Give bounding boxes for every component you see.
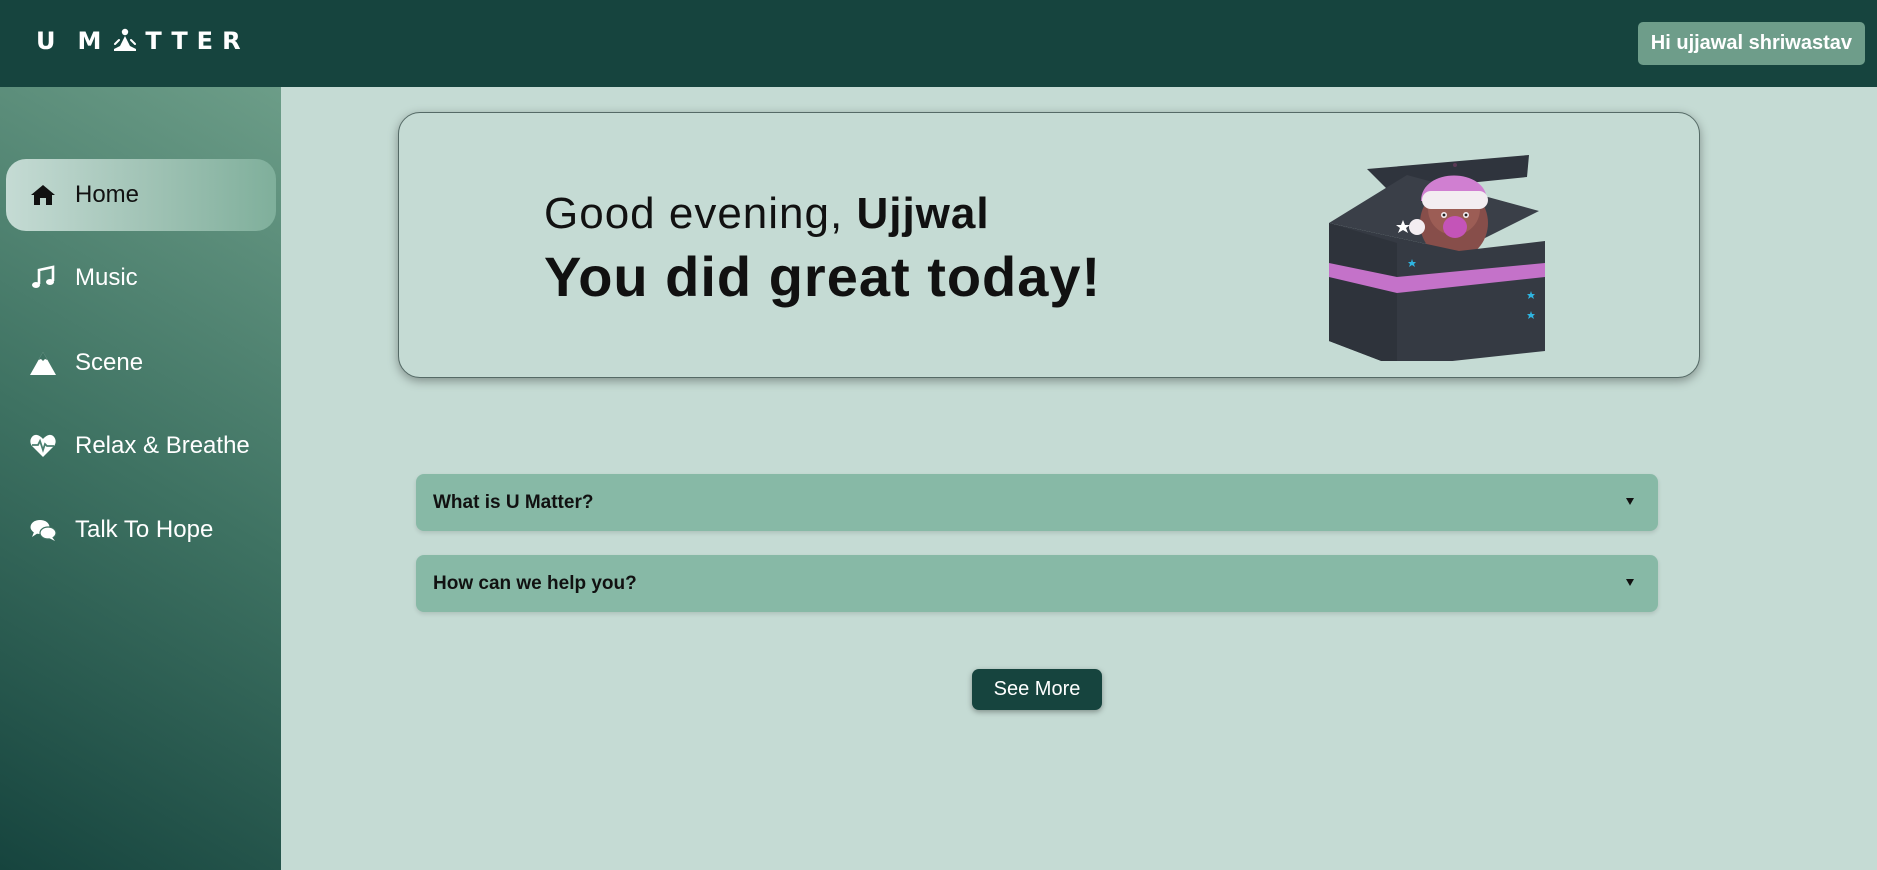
sidebar-item-label: Music xyxy=(75,264,138,291)
sidebar-item-scene[interactable]: Scene xyxy=(6,327,276,399)
mountain-icon xyxy=(28,348,58,378)
meditation-icon xyxy=(111,27,139,55)
monkey-in-box-illustration xyxy=(1319,131,1559,367)
user-greeting-badge[interactable]: Hi ujjawal shriwastav xyxy=(1637,22,1865,65)
caret-down-icon xyxy=(1626,498,1634,505)
sidebar-item-label: Talk To Hope xyxy=(75,516,214,543)
sidebar-item-music[interactable]: Music xyxy=(6,242,276,314)
sidebar-item-relax-breathe[interactable]: Relax & Breathe xyxy=(6,410,276,482)
caret-down-icon xyxy=(1626,579,1634,586)
music-note-icon xyxy=(28,263,58,293)
faq-question: What is U Matter? xyxy=(433,491,594,513)
chat-bubbles-icon xyxy=(28,515,58,545)
greeting-text: Good evening, Ujjwal xyxy=(544,189,990,239)
sidebar-item-label: Scene xyxy=(75,349,144,376)
logo-letter-m: M xyxy=(77,27,110,55)
heartbeat-icon xyxy=(28,431,58,461)
sidebar-item-talk-to-hope[interactable]: Talk To Hope xyxy=(6,494,276,566)
top-bar: U M TTER Hi ujjawal shriwastav xyxy=(0,0,1877,87)
logo-letter-u: U xyxy=(36,27,62,55)
sidebar-item-home[interactable]: Home xyxy=(6,159,276,231)
app-logo[interactable]: U M TTER xyxy=(36,24,250,58)
sidebar: Home Music Scene Relax & Breathe Talk To… xyxy=(0,87,281,870)
greeting-card: Good evening, Ujjwal You did great today… xyxy=(398,112,1700,378)
logo-letters-tter: TTER xyxy=(145,27,250,55)
greeting-prefix: Good evening, xyxy=(544,189,857,238)
encouragement-message: You did great today! xyxy=(544,245,1102,308)
sidebar-item-label: Home xyxy=(75,181,140,208)
home-icon xyxy=(28,180,58,210)
faq-how-can-we-help[interactable]: How can we help you? xyxy=(416,555,1658,612)
see-more-button[interactable]: See More xyxy=(972,669,1102,710)
sidebar-item-label: Relax & Breathe xyxy=(75,432,250,459)
faq-what-is-u-matter[interactable]: What is U Matter? xyxy=(416,474,1658,531)
user-name: Ujjwal xyxy=(856,189,990,238)
faq-question: How can we help you? xyxy=(433,572,637,594)
